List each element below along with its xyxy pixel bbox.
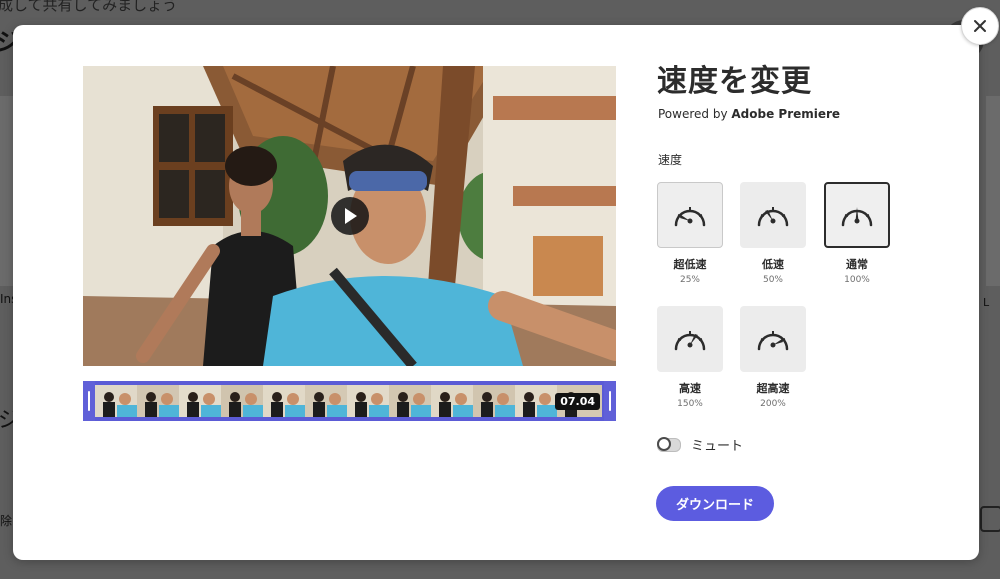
download-button[interactable]: ダウンロード [656,486,774,521]
speed-tile[interactable] [740,182,806,248]
speed-percent: 150% [677,399,703,409]
powered-brand: Adobe Premiere [731,107,841,121]
bg-card-left [0,96,14,286]
handle-grip [609,391,611,411]
speed-percent: 25% [679,275,700,285]
close-button[interactable] [961,7,999,45]
speed-option-fastest[interactable]: 超高速 200% [740,306,806,409]
gauge-fast-icon [674,331,706,351]
speed-tile[interactable] [740,306,806,372]
change-speed-dialog: 07.04 速度を変更 Powered by Adobe Premiere 速度… [13,25,979,560]
speed-option-normal[interactable]: 通常 100% [824,182,890,285]
trim-filmstrip[interactable] [95,385,602,417]
gauge-fastest-icon [757,331,789,351]
speed-name: 超高速 [756,382,790,395]
trim-end-handle[interactable] [604,381,616,421]
gauge-slowest-icon [674,207,706,227]
close-icon [974,20,986,32]
video-preview[interactable] [83,66,616,366]
play-icon [345,208,357,224]
speed-tile-selected[interactable] [824,182,890,248]
mute-toggle[interactable] [657,436,681,452]
speed-option-fast[interactable]: 高速 150% [657,306,723,409]
bg-card-right [986,96,1000,286]
gauge-slow-icon [757,207,789,227]
clip-trimmer[interactable]: 07.04 [83,381,616,421]
bg-right-text: L [983,296,990,309]
speed-tile[interactable] [657,306,723,372]
speed-option-slowest[interactable]: 超低速 25% [657,182,723,285]
speed-name: 超低速 [673,258,707,271]
clip-duration: 07.04 [555,393,600,410]
powered-by: Powered by Adobe Premiere [658,107,840,121]
speed-name: 通常 [846,258,868,271]
speed-name: 高速 [679,382,701,395]
speed-tile[interactable] [657,182,723,248]
speed-option-slow[interactable]: 低速 50% [740,182,806,285]
speed-percent: 50% [762,275,783,285]
dialog-title: 速度を変更 [657,64,812,99]
mute-row: ミュート [657,435,743,454]
handle-grip [88,391,90,411]
gauge-normal-icon [841,207,873,227]
speed-name: 低速 [762,258,784,271]
speed-section-label: 速度 [658,153,683,167]
powered-prefix: Powered by [658,107,732,121]
filmstrip-thumbnails [95,385,602,417]
trim-start-handle[interactable] [83,381,95,421]
play-button[interactable] [331,197,369,235]
bg-video-icon [980,506,1000,532]
speed-percent: 200% [760,399,786,409]
bg-left-text-3: 除 [0,514,13,528]
speed-percent: 100% [844,275,870,285]
mute-label: ミュート [691,439,744,454]
bg-top-text: 成して共有してみましょう [0,0,178,14]
